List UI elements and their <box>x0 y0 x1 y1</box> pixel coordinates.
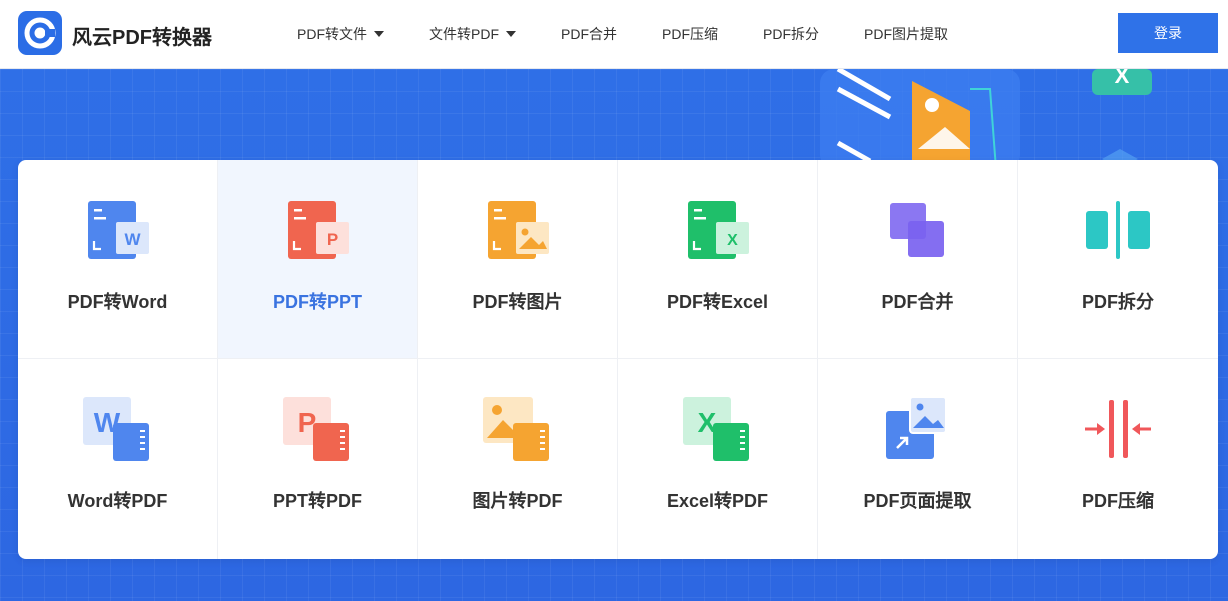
top-header: 风云PDF转换器 PDF转文件 文件转PDF PDF合并 PDF压缩 PDF拆分… <box>0 0 1228 69</box>
tool-pdf-to-excel[interactable]: X PDF转Excel <box>618 160 818 359</box>
svg-text:W: W <box>124 230 141 249</box>
nav-label: 文件转PDF <box>429 26 499 42</box>
pdf-to-excel-icon: X <box>688 201 749 259</box>
chevron-down-icon <box>506 31 516 37</box>
image-to-pdf-icon <box>483 397 549 461</box>
nav-pdf-compress[interactable]: PDF压缩 <box>662 24 718 44</box>
pdf-page-extract-icon <box>886 396 947 459</box>
ppt-to-pdf-icon: P <box>283 397 349 461</box>
svg-text:X: X <box>1115 69 1130 88</box>
banner-illustration-icon: X <box>820 69 1152 169</box>
tool-label: PDF合并 <box>881 292 954 312</box>
pdf-merge-icon <box>890 203 944 257</box>
tool-label: PDF压缩 <box>1082 491 1154 511</box>
tool-label: PDF页面提取 <box>863 491 972 511</box>
tool-grid: W PDF转Word P PDF转PPT PDF转图片 X PDF转Excel … <box>18 160 1218 559</box>
excel-to-pdf-icon: X <box>683 397 749 461</box>
tool-pdf-compress[interactable]: PDF压缩 <box>1018 359 1218 559</box>
tool-label: Excel转PDF <box>666 491 769 511</box>
tool-label: PDF拆分 <box>1082 292 1154 312</box>
tool-ppt-to-pdf[interactable]: P PPT转PDF <box>218 359 418 559</box>
word-to-pdf-icon: W <box>83 397 149 461</box>
nav-pdf-split[interactable]: PDF拆分 <box>763 24 819 44</box>
nav-label: PDF压缩 <box>662 26 718 42</box>
pdf-to-word-icon: W <box>88 201 149 259</box>
pdf-split-icon <box>1086 201 1150 259</box>
tool-pdf-merge[interactable]: PDF合并 <box>818 160 1018 359</box>
brand-name[interactable]: 风云PDF转换器 <box>72 21 212 50</box>
pdf-to-ppt-icon: P <box>288 201 349 259</box>
nav-label: PDF转文件 <box>297 26 367 42</box>
tool-label: PDF转Word <box>67 292 168 312</box>
chevron-down-icon <box>374 31 384 37</box>
tool-pdf-to-image[interactable]: PDF转图片 <box>418 160 618 359</box>
tool-label: PDF转PPT <box>272 292 362 312</box>
nav-file-to-pdf[interactable]: 文件转PDF <box>429 24 516 44</box>
nav-pdf-merge[interactable]: PDF合并 <box>561 24 617 44</box>
nav-label: PDF拆分 <box>763 26 819 42</box>
nav-label: PDF合并 <box>561 26 617 42</box>
tool-image-to-pdf[interactable]: 图片转PDF <box>418 359 618 559</box>
tool-label: PPT转PDF <box>272 491 362 511</box>
tool-label: Word转PDF <box>67 491 168 511</box>
tool-word-to-pdf[interactable]: W Word转PDF <box>18 359 218 559</box>
nav-pdf-to-file[interactable]: PDF转文件 <box>297 24 384 44</box>
nav-label: PDF图片提取 <box>864 26 948 42</box>
svg-text:P: P <box>327 230 338 249</box>
tool-label: 图片转PDF <box>472 491 563 511</box>
tool-excel-to-pdf[interactable]: X Excel转PDF <box>618 359 818 559</box>
pdf-compress-icon <box>1085 400 1151 458</box>
login-button[interactable]: 登录 <box>1118 13 1218 53</box>
tool-pdf-page-extract[interactable]: PDF页面提取 <box>818 359 1018 559</box>
app-logo-icon[interactable] <box>18 11 62 55</box>
tool-pdf-split[interactable]: PDF拆分 <box>1018 160 1218 359</box>
tool-pdf-to-ppt[interactable]: P PDF转PPT <box>218 160 418 359</box>
nav-pdf-image-extract[interactable]: PDF图片提取 <box>864 24 948 44</box>
tool-pdf-to-word[interactable]: W PDF转Word <box>18 160 218 359</box>
main-nav: PDF转文件 文件转PDF PDF合并 PDF压缩 PDF拆分 PDF图片提取 <box>297 0 993 68</box>
svg-text:X: X <box>727 232 738 249</box>
pdf-to-image-icon <box>488 201 549 259</box>
tool-label: PDF转图片 <box>472 292 563 312</box>
tool-label: PDF转Excel <box>666 292 769 312</box>
